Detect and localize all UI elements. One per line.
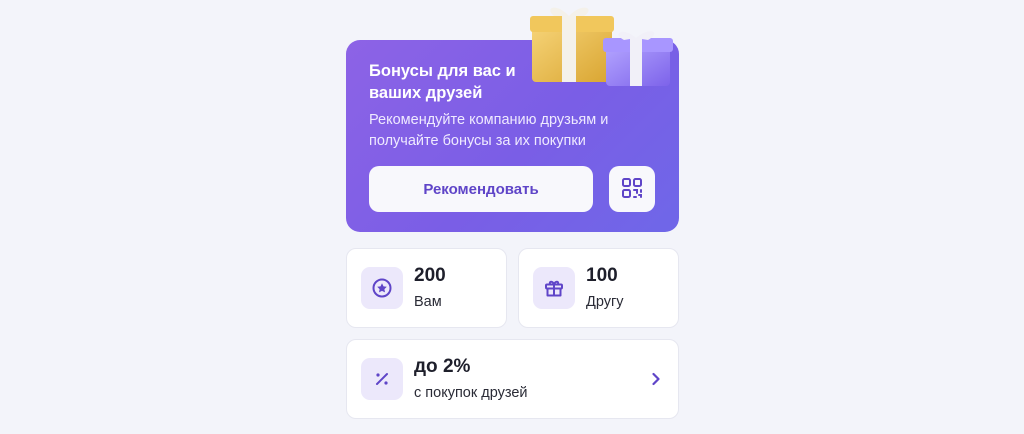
chevron-right-icon — [650, 371, 662, 387]
gift-boxes-illustration — [526, 0, 676, 92]
qr-code-button[interactable] — [609, 166, 655, 212]
friends-bonus-percent: до 2% — [414, 356, 471, 377]
bonus-for-you-card: 200 Вам — [346, 248, 507, 328]
percent-icon — [361, 358, 403, 400]
promo-description: Рекомендуйте компанию друзьям и получайт… — [369, 112, 609, 149]
bonus-for-you-label: Вам — [414, 294, 442, 310]
star-badge-icon — [361, 267, 403, 309]
promo-title: Бонусы для вас и ваших друзей — [369, 62, 516, 102]
bonus-for-friend-label: Другу — [586, 294, 624, 310]
gift-icon — [533, 267, 575, 309]
bonus-for-friend-card: 100 Другу — [518, 248, 679, 328]
qr-code-icon — [621, 177, 643, 202]
bonus-for-you-value: 200 — [414, 265, 446, 286]
bonus-for-friend-value: 100 — [586, 265, 618, 286]
friends-bonus-label: с покупок друзей — [414, 385, 528, 401]
recommend-button[interactable]: Рекомендовать — [369, 166, 593, 212]
friends-purchases-bonus-card[interactable]: до 2% с покупок друзей — [346, 339, 679, 419]
